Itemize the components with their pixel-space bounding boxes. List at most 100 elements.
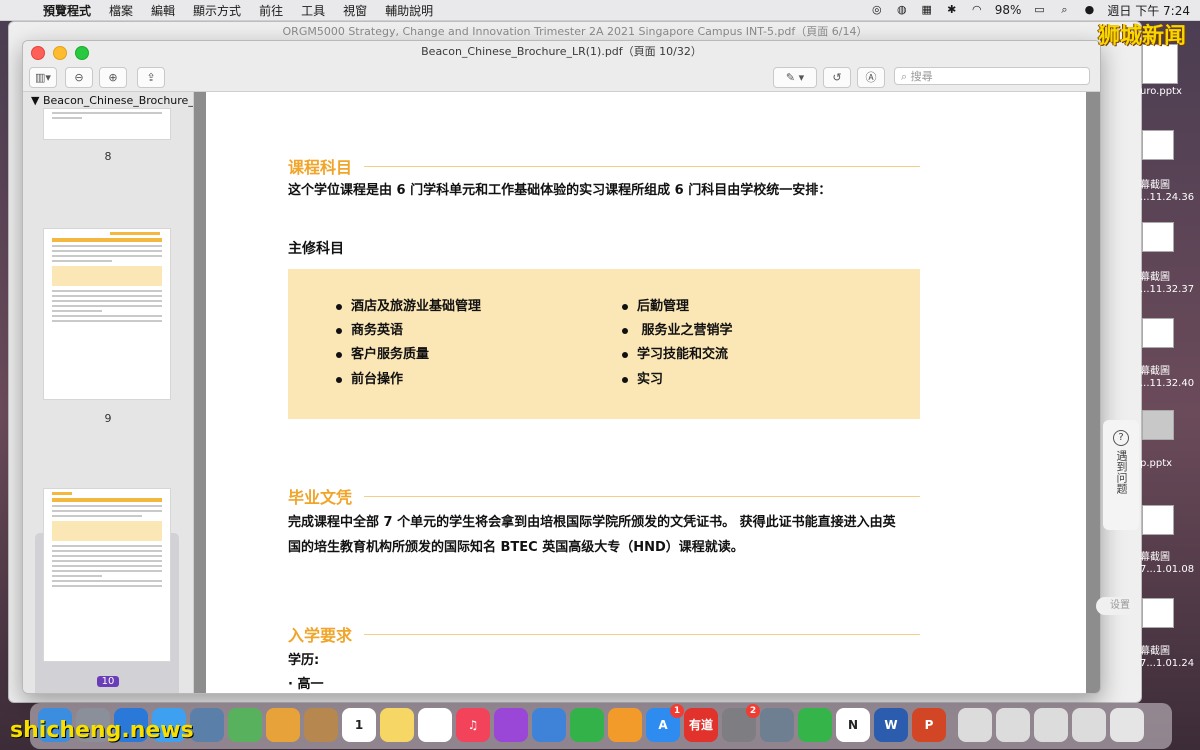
sidebar-toggle-button[interactable]: ▥▾ (29, 67, 57, 88)
preview-dock-icon[interactable] (190, 708, 224, 742)
notes-dock-icon[interactable] (380, 708, 414, 742)
desktop-file-label[interactable]: p.pptx (1140, 458, 1172, 470)
major-subjects-title: 主修科目 (288, 241, 344, 257)
section-courses-title: 课程科目 (288, 158, 353, 177)
input-method-icon[interactable]: ▦ (920, 4, 934, 16)
desktop-file-label[interactable]: 幕截圖 7...1.01.08 (1140, 552, 1194, 576)
settings-button[interactable]: 设置 (1096, 597, 1134, 615)
preview-window[interactable]: Beacon_Chinese_Brochure_LR(1).pdf（頁面 10/… (22, 40, 1101, 694)
desktop-file-label[interactable]: 幕截圖 ...11.32.40 (1140, 366, 1194, 390)
powerpoint-dock-icon[interactable]: P (912, 708, 946, 742)
close-button[interactable] (31, 46, 45, 60)
section-courses-text: 这个学位课程是由 6 门学科单元和工作基础体验的实习课程所组成 6 门科目由学校… (288, 183, 832, 198)
documents-dock-icon[interactable] (996, 708, 1030, 742)
document-view[interactable]: 课程科目 这个学位课程是由 6 门学科单元和工作基础体验的实习课程所组成 6 门… (194, 92, 1100, 693)
course-item: 后勤管理 (622, 295, 689, 314)
menu-help[interactable]: 輔助說明 (376, 2, 442, 19)
contacts-dock-icon[interactable] (304, 708, 338, 742)
wechat-dock-icon[interactable] (798, 708, 832, 742)
pages-dock-icon[interactable] (608, 708, 642, 742)
siri-icon[interactable]: ● (1082, 4, 1096, 16)
keynote-dock-icon[interactable] (532, 708, 566, 742)
system-preferences-dock-icon[interactable]: 2 (722, 704, 760, 742)
word-dock-icon[interactable]: W (874, 708, 908, 742)
zoom-out-button[interactable]: ⊖ (65, 67, 93, 88)
section-courses-heading: 课程科目 (288, 154, 920, 178)
music-dock-icon[interactable]: ♫ (456, 708, 490, 742)
rotate-button[interactable]: ↺ (823, 67, 851, 88)
desktop-file-thumbnail[interactable] (1142, 505, 1174, 535)
menu-view[interactable]: 顯示方式 (184, 2, 250, 19)
desktop-stack-dock-icon[interactable] (1034, 708, 1068, 742)
system-preferences-badge: 2 (746, 704, 760, 718)
help-panel[interactable]: ? 遇到问题 (1103, 420, 1139, 530)
desktop-file-label[interactable]: 幕截圖 ...11.24.36 (1140, 180, 1194, 204)
thumbnail-sidebar[interactable]: ▼ Beacon_Chinese_Brochure_LR... 8 9 (23, 92, 194, 693)
zoom-in-button[interactable]: ⊕ (99, 67, 127, 88)
maps-dock-icon[interactable] (228, 708, 262, 742)
youdao-dock-icon[interactable]: 有道 (684, 708, 718, 742)
clock[interactable]: 週日 下午 7:24 (1107, 2, 1190, 19)
window-title: Beacon_Chinese_Brochure_LR(1).pdf（頁面 10/… (421, 45, 702, 58)
course-item: 商务英语 (336, 319, 403, 338)
sidebar-document-name: Beacon_Chinese_Brochure_LR... (42, 94, 193, 107)
menu-edit[interactable]: 編輯 (142, 2, 184, 19)
photos-dock-icon[interactable] (266, 708, 300, 742)
desktop-file-label[interactable]: 幕截圖 7...1.01.24 (1140, 646, 1194, 670)
search-spotlight-icon[interactable]: ⌕ (1057, 4, 1071, 16)
desktop-file-thumbnail[interactable] (1142, 44, 1178, 84)
podcasts-dock-icon[interactable] (494, 708, 528, 742)
menu-file[interactable]: 檔案 (100, 2, 142, 19)
section-diploma-line-2: 国的培生教育机构所颁发的国际知名 BTEC 英国高级大专（HND）课程就读。 (288, 540, 744, 555)
desktop-file-thumbnail[interactable] (1142, 130, 1174, 160)
share-button[interactable]: ⇪ (137, 67, 165, 88)
desktop-file-thumbnail[interactable] (1142, 598, 1174, 628)
markup-button[interactable]: ✎ ▾ (773, 67, 817, 88)
thumbnail-page-8[interactable] (43, 108, 171, 140)
menu-tools[interactable]: 工具 (292, 2, 334, 19)
desktop-file-label[interactable]: 幕截圖 ...11.32.37 (1140, 272, 1194, 296)
app-store-badge: 1 (670, 704, 684, 718)
numbers-dock-icon[interactable] (570, 708, 604, 742)
question-icon: ? (1113, 430, 1129, 446)
qq-icon[interactable]: ◎ (870, 4, 884, 16)
menu-window[interactable]: 視窗 (334, 2, 376, 19)
notion-dock-icon[interactable]: N (836, 708, 870, 742)
search-input[interactable]: ⌕ 搜尋 (894, 67, 1090, 85)
title-bar[interactable]: Beacon_Chinese_Brochure_LR(1).pdf（頁面 10/… (23, 41, 1100, 63)
toolbar: ▥▾ ⊖ ⊕ ⇪ ✎ ▾ ↺ Ⓐ ⌕ 搜尋 (23, 63, 1100, 92)
downloads-dock-icon[interactable] (958, 708, 992, 742)
zoom-button[interactable] (75, 46, 89, 60)
help-label: 遇到问题 (1115, 450, 1128, 494)
trash-dock-icon[interactable] (1110, 708, 1144, 742)
course-item: 客户服务质量 (336, 343, 429, 362)
calendar-dock-icon[interactable]: 1 (342, 708, 376, 742)
reminders-dock-icon[interactable] (418, 708, 452, 742)
desktop-file-thumbnail[interactable] (1142, 318, 1174, 348)
menu-go[interactable]: 前往 (250, 2, 292, 19)
section-admission-heading: 入学要求 (288, 622, 920, 646)
desktop-file-thumbnail[interactable] (1142, 410, 1174, 440)
bluetooth-icon[interactable]: ✱ (945, 4, 959, 16)
screenshot-dock-icon[interactable] (760, 708, 794, 742)
wifi-icon[interactable]: ◠ (970, 4, 984, 16)
app-store-dock-icon[interactable]: A1 (646, 704, 684, 742)
selected-page-badge: 10 (96, 676, 120, 687)
battery-percent: 98% (994, 3, 1022, 17)
annotate-button[interactable]: Ⓐ (857, 67, 885, 88)
minimize-button[interactable] (53, 46, 67, 60)
battery-icon[interactable]: ▭ (1032, 4, 1046, 16)
disclosure-triangle-icon[interactable]: ▼ (31, 94, 43, 107)
thumbnail-page-10[interactable] (43, 488, 171, 662)
desktop-file-thumbnail[interactable] (1142, 222, 1174, 252)
search-icon: ⌕ (901, 70, 911, 83)
wechat-status-icon[interactable]: ◍ (895, 4, 909, 16)
thumbnail-page-9[interactable] (43, 228, 171, 400)
education-label: 学历: (288, 653, 320, 668)
course-item: 实习 (622, 368, 663, 387)
section-diploma-heading: 毕业文凭 (288, 484, 920, 508)
menu-app[interactable]: 預覽程式 (34, 2, 100, 19)
course-item: 前台操作 (336, 368, 403, 387)
desktop-file-label[interactable]: uro.pptx (1140, 86, 1182, 98)
recent-dock-icon[interactable] (1072, 708, 1106, 742)
